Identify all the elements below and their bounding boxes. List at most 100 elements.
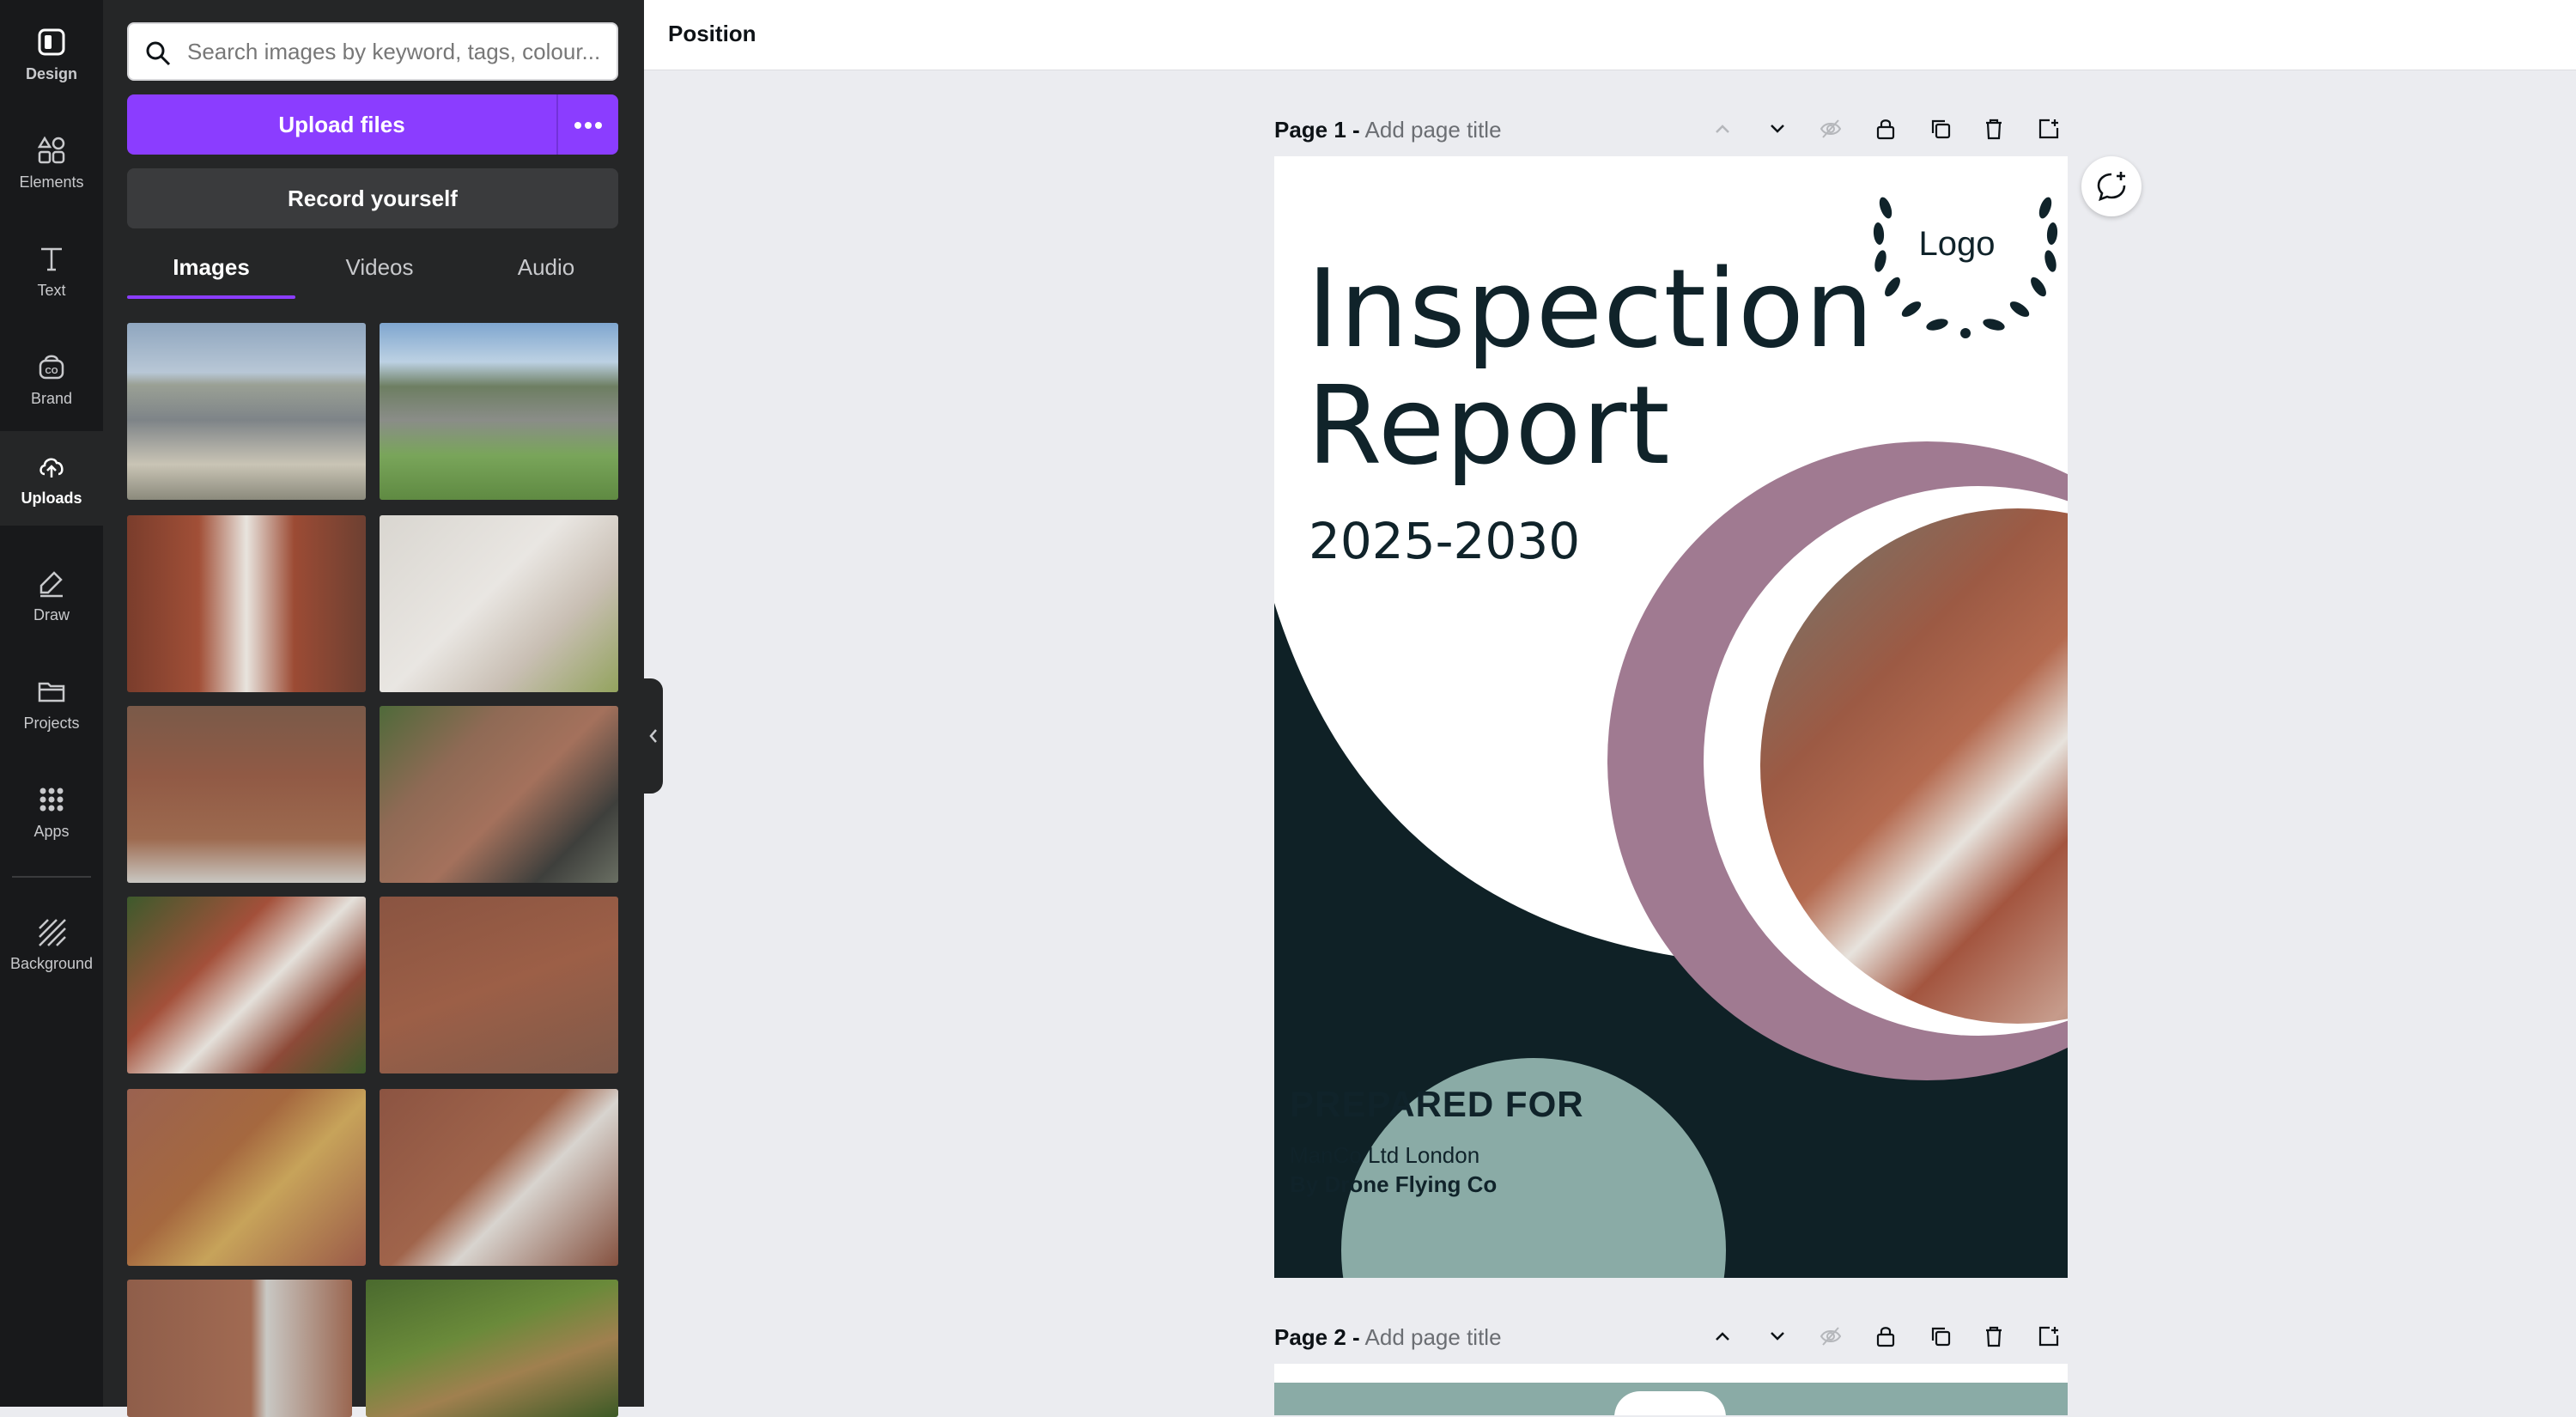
hide-page-button[interactable] xyxy=(1814,112,1848,146)
lock-icon xyxy=(1876,119,1895,140)
rail-projects-label: Projects xyxy=(23,715,80,732)
comment-add-icon xyxy=(2097,172,2126,202)
page-2-number: Page 2 - xyxy=(1274,1324,1360,1350)
editor-toolbar: Position xyxy=(644,0,2576,70)
duplicate-page-button[interactable] xyxy=(1923,112,1958,146)
uploads-panel: Upload files Record yourself Images Vide… xyxy=(103,0,644,1417)
upload-thumbnail[interactable] xyxy=(380,323,618,500)
record-yourself-button[interactable]: Record yourself xyxy=(127,168,618,228)
duplicate-icon xyxy=(1931,1327,1951,1347)
chevron-up-icon xyxy=(1716,1332,1729,1341)
text-icon xyxy=(41,247,62,271)
search-box[interactable] xyxy=(127,22,618,81)
left-nav-rail: Design Elements Text CO Brand Uploads Dr… xyxy=(0,0,103,1407)
elements-icon xyxy=(37,136,65,164)
rail-uploads-label: Uploads xyxy=(21,490,82,507)
search-input[interactable] xyxy=(185,34,606,69)
page-2-white-shape xyxy=(1614,1391,1726,1415)
upload-thumbnail[interactable] xyxy=(127,1280,352,1417)
upload-thumbnail[interactable] xyxy=(127,515,366,692)
background-hatch-icon xyxy=(39,919,66,946)
cover-title-line-2: Report xyxy=(1307,362,1671,489)
rail-design[interactable]: Design xyxy=(0,7,103,101)
upload-more-options-button[interactable] xyxy=(558,94,618,155)
page-1-number: Page 1 - xyxy=(1274,117,1360,143)
upload-thumbnail[interactable] xyxy=(380,515,618,692)
cover-title[interactable]: Inspection Report xyxy=(1307,251,1874,484)
uploads-cloud-icon xyxy=(39,458,64,477)
page-1-label: Page 1 - Add page title xyxy=(1274,117,1502,143)
design-icon xyxy=(38,28,65,56)
rail-design-label: Design xyxy=(25,65,77,82)
move-page-up-button[interactable] xyxy=(1705,1319,1740,1353)
upload-thumbnail[interactable] xyxy=(380,1089,618,1266)
more-dot-icon xyxy=(585,122,592,129)
move-page-down-button[interactable] xyxy=(1760,1319,1795,1353)
rail-apps-label: Apps xyxy=(33,823,70,840)
upload-thumbnail[interactable] xyxy=(380,897,618,1073)
chevron-down-icon xyxy=(1771,125,1784,133)
page-2-label: Page 2 - Add page title xyxy=(1274,1324,1502,1351)
upload-files-button[interactable]: Upload files xyxy=(127,94,618,155)
rail-text[interactable]: Text xyxy=(0,223,103,318)
duplicate-icon xyxy=(1931,119,1951,139)
position-button[interactable]: Position xyxy=(668,21,756,47)
eye-hidden-icon xyxy=(1820,1327,1842,1346)
lock-page-button[interactable] xyxy=(1868,112,1903,146)
rail-background[interactable]: Background xyxy=(0,897,103,991)
delete-page-button[interactable] xyxy=(1977,112,2011,146)
client-name[interactable]: ManCo Ltd London xyxy=(1290,1142,1479,1169)
brand-icon: CO xyxy=(39,355,64,380)
collapse-panel-handle[interactable] xyxy=(644,678,663,794)
trash-icon xyxy=(1986,119,2002,140)
cover-title-line-1: Inspection xyxy=(1307,246,1874,372)
upload-thumbnail[interactable] xyxy=(127,1089,366,1266)
folder-icon xyxy=(38,682,65,702)
rail-divider xyxy=(12,876,91,878)
prepared-by[interactable]: By Drone Flying Co xyxy=(1290,1171,1497,1198)
add-page-button[interactable] xyxy=(2032,112,2066,146)
page-2-title-input[interactable]: Add page title xyxy=(1365,1324,1502,1350)
move-page-up-button[interactable] xyxy=(1705,112,1740,146)
page-1-title-input[interactable]: Add page title xyxy=(1365,117,1502,143)
rail-elements[interactable]: Elements xyxy=(0,115,103,210)
apps-grid-icon xyxy=(39,788,64,812)
add-page-icon xyxy=(2038,119,2059,139)
page-1-canvas[interactable]: Logo Inspection Report 2025-2030 PREPARE… xyxy=(1274,156,2068,1278)
upload-thumbnail[interactable] xyxy=(366,1280,618,1417)
add-page-button[interactable] xyxy=(2032,1319,2066,1353)
page-2-canvas[interactable] xyxy=(1274,1364,2068,1415)
tab-audio[interactable]: Audio xyxy=(462,249,630,297)
upload-files-label: Upload files xyxy=(278,112,405,137)
delete-page-button[interactable] xyxy=(1977,1319,2011,1353)
add-page-icon xyxy=(2038,1326,2059,1347)
lock-page-button[interactable] xyxy=(1868,1319,1903,1353)
logo-text[interactable]: Logo xyxy=(1901,225,2013,264)
search-icon xyxy=(146,41,171,66)
cover-years[interactable]: 2025-2030 xyxy=(1309,512,1580,570)
trash-icon xyxy=(1986,1326,2002,1347)
chevron-down-icon xyxy=(1771,1332,1784,1341)
hide-page-button[interactable] xyxy=(1814,1319,1848,1353)
upload-thumbnail[interactable] xyxy=(127,323,366,500)
upload-thumbnail[interactable] xyxy=(380,706,618,883)
tab-videos[interactable]: Videos xyxy=(295,249,464,297)
rail-uploads[interactable]: Uploads xyxy=(0,431,103,526)
rail-projects[interactable]: Projects xyxy=(0,656,103,751)
prepared-for-heading[interactable]: PREPARED FOR xyxy=(1290,1084,1584,1125)
rail-brand-label: Brand xyxy=(30,390,73,407)
rail-draw[interactable]: Draw xyxy=(0,548,103,642)
rail-brand[interactable]: CO Brand xyxy=(0,331,103,426)
chevron-up-icon xyxy=(1716,125,1729,133)
duplicate-page-button[interactable] xyxy=(1923,1319,1958,1353)
rail-apps[interactable]: Apps xyxy=(0,764,103,859)
eye-hidden-icon xyxy=(1820,119,1842,138)
active-tab-indicator xyxy=(127,295,295,299)
upload-thumbnail[interactable] xyxy=(127,706,366,883)
more-dot-icon xyxy=(595,122,602,129)
add-comment-button[interactable] xyxy=(2081,156,2142,216)
move-page-down-button[interactable] xyxy=(1760,112,1795,146)
upload-thumbnail[interactable] xyxy=(127,897,366,1073)
lock-icon xyxy=(1876,1327,1895,1347)
tab-images[interactable]: Images xyxy=(127,249,295,297)
